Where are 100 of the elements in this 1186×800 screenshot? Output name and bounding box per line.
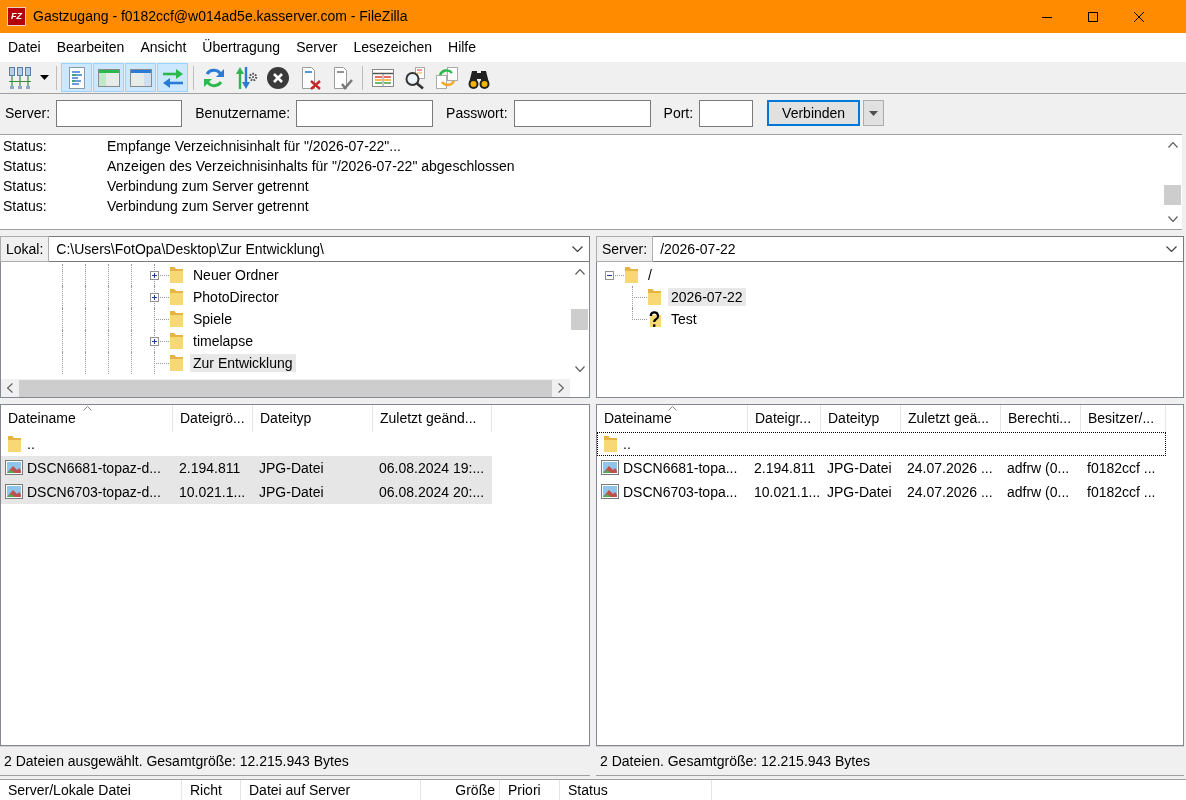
scrollbar-thumb[interactable] — [571, 309, 588, 330]
tree-item[interactable]: Test — [668, 309, 700, 329]
path-dropdown[interactable]: C:\Users\FotOpa\Desktop\Zur Entwicklung\ — [49, 236, 590, 262]
expand-icon[interactable] — [150, 337, 159, 346]
tree-item[interactable]: Neuer Ordner — [190, 265, 282, 285]
table-cell-text: adfrw (0... — [1006, 483, 1071, 501]
close-icon — [1134, 11, 1144, 22]
file-name: .. — [27, 435, 35, 453]
scroll-right-icon[interactable] — [558, 383, 564, 393]
cancel-icon — [265, 65, 290, 90]
menu-item[interactable]: Datei — [0, 39, 49, 56]
tree-item[interactable]: Spiele — [190, 309, 235, 329]
scroll-down-icon[interactable] — [1167, 216, 1178, 222]
file-name: DSCN6681-topaz-d... — [27, 459, 161, 477]
path-dropdown[interactable]: /2026-07-22 — [653, 236, 1184, 262]
scroll-down-icon[interactable] — [574, 366, 585, 372]
folder-icon — [170, 311, 183, 327]
table-cell-text: adfrw (0... — [1006, 459, 1071, 477]
input-field[interactable] — [513, 99, 651, 127]
field-label: Port: — [663, 104, 694, 122]
log-type: Status: — [3, 197, 48, 215]
column-header[interactable]: Dateiname — [1, 405, 173, 432]
tree-item[interactable]: / — [645, 265, 655, 285]
table-cell-text: 24.07.2026 ... — [906, 459, 994, 477]
file-name: DSCN6703-topa... — [623, 483, 738, 501]
menu-item[interactable]: Server — [288, 39, 346, 56]
field-label: Server: — [5, 104, 51, 122]
folder-icon — [625, 267, 638, 283]
column-header[interactable]: Richt — [182, 780, 241, 800]
table-cell-text: 06.08.2024 19:... — [378, 459, 486, 477]
column-header[interactable]: Berechti... — [1001, 405, 1081, 432]
column-header[interactable]: Server/Lokale Datei — [0, 780, 182, 800]
file-row[interactable]: DSCN6681-topa... 2.194.811 JPG-Datei 24.07.2026 ... adfrw (0... f0182ccf ... — [597, 456, 1166, 480]
maximize-icon — [1088, 11, 1098, 22]
menu-item[interactable]: Ansicht — [132, 39, 195, 56]
table-cell-text: 24.07.2026 ... — [906, 483, 994, 501]
log-message: Verbindung zum Server getrennt — [107, 197, 309, 215]
table-cell-text: JPG-Datei — [826, 459, 893, 477]
table-cell-text: 06.08.2024 20:... — [378, 483, 486, 501]
log-message: Verbindung zum Server getrennt — [107, 177, 309, 195]
tree-item[interactable]: Zur Entwicklung — [190, 353, 296, 373]
field-label: Passwort: — [446, 104, 508, 122]
column-header[interactable]: Dateiname — [597, 405, 748, 432]
tree-item[interactable]: timelapse — [190, 331, 256, 351]
file-row[interactable]: DSCN6703-topa... 10.021.1... JPG-Datei 24.07.2026 ... adfrw (0... f0182ccf ... — [597, 480, 1166, 504]
menu-item[interactable]: Hilfe — [440, 39, 485, 56]
column-header[interactable]: Zuletzt geänd... — [373, 405, 492, 432]
table-cell-text: JPG-Datei — [826, 483, 893, 501]
file-row[interactable]: DSCN6681-topaz-d... 2.194.811 JPG-Datei 06.08.2024 19:... — [1, 456, 492, 480]
log-type: Status: — [3, 137, 48, 155]
file-name: DSCN6703-topaz-d... — [27, 483, 161, 501]
chevron-down-icon[interactable] — [572, 246, 583, 252]
menu-item[interactable]: Bearbeiten — [48, 39, 133, 56]
scroll-up-icon[interactable] — [1167, 142, 1178, 148]
table-cell-text: 10.021.1... — [753, 483, 821, 501]
menu-item[interactable]: Lesezeichen — [345, 39, 440, 56]
table-cell-text: f0182ccf ... — [1086, 459, 1157, 477]
column-header[interactable]: Größe — [421, 780, 500, 800]
log-message: Empfange Verzeichnisinhalt für "/2026-07-22"... — [107, 137, 401, 155]
expand-icon[interactable] — [150, 271, 159, 280]
folder-icon — [170, 333, 183, 349]
column-header[interactable]: Status — [560, 780, 712, 800]
caret-down-icon — [39, 75, 49, 80]
scrollbar-thumb[interactable] — [1164, 185, 1181, 205]
status-bar: 2 Dateien. Gesamtgröße: 12.215.943 Bytes — [596, 746, 1184, 776]
file-row[interactable]: DSCN6703-topaz-d... 10.021.1... JPG-Datei 06.08.2024 20:... — [1, 480, 492, 504]
file-row[interactable]: .. — [597, 432, 1166, 456]
column-header[interactable]: Datei auf Server — [241, 780, 421, 800]
field-label: Benutzername: — [195, 104, 291, 122]
column-header[interactable]: Priori — [500, 780, 560, 800]
input-field[interactable] — [56, 99, 183, 127]
file-name: .. — [623, 435, 631, 453]
table-cell-text: 2.194.811 — [753, 459, 817, 477]
input-field[interactable] — [296, 99, 434, 127]
column-header[interactable]: Dateityp — [253, 405, 373, 432]
collapse-icon[interactable] — [605, 271, 614, 280]
column-header[interactable]: Zuletzt geä... — [901, 405, 1001, 432]
folder-icon — [170, 355, 183, 371]
path-label: Lokal: — [0, 236, 50, 262]
column-header[interactable]: Dateigrö... — [173, 405, 253, 432]
connect-button[interactable]: Verbinden — [767, 100, 861, 126]
log-message: Anzeigen des Verzeichnisinhalts für "/2026-07-22" abgeschlossen — [107, 157, 515, 175]
folder-icon — [170, 267, 183, 283]
file-name: DSCN6681-topa... — [623, 459, 738, 477]
scroll-left-icon[interactable] — [7, 383, 13, 393]
expand-icon[interactable] — [150, 293, 159, 302]
scroll-up-icon[interactable] — [574, 269, 585, 275]
tree-item[interactable]: PhotoDirector — [190, 287, 282, 307]
menu-item[interactable]: Übertragung — [194, 39, 289, 56]
chevron-down-icon[interactable] — [1166, 246, 1177, 252]
column-header[interactable]: Besitzer/... — [1081, 405, 1166, 432]
column-header[interactable]: Dateityp — [821, 405, 901, 432]
file-row[interactable]: .. — [1, 432, 492, 456]
tree-item[interactable]: 2026-07-22 — [668, 287, 746, 307]
status-bar: 2 Dateien ausgewählt. Gesamtgröße: 12.215.943 Bytes — [0, 746, 590, 776]
dropdown-button[interactable] — [863, 100, 885, 126]
column-header[interactable]: Dateigr... — [748, 405, 821, 432]
input-field[interactable] — [699, 99, 754, 127]
path-label: Server: — [596, 236, 654, 262]
window-title: Gastzugang - f0182ccf@w014ad5e.kasserver.com - FileZilla — [33, 8, 408, 25]
